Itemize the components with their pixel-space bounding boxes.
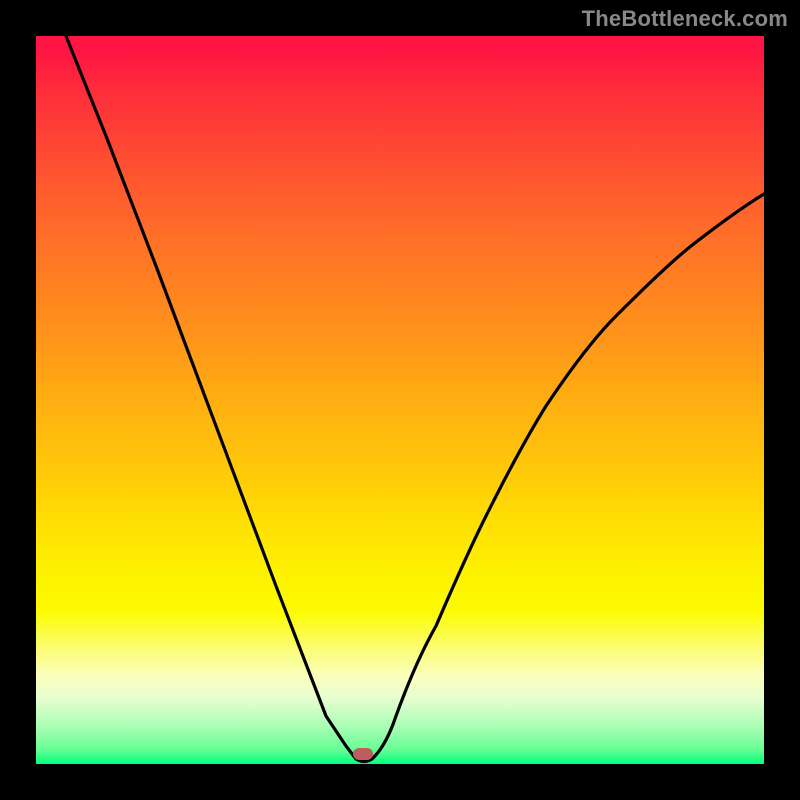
marker-pill <box>353 748 373 760</box>
watermark-text: TheBottleneck.com <box>582 6 788 32</box>
plot-area <box>36 36 764 764</box>
chart-frame: TheBottleneck.com <box>0 0 800 800</box>
curve-svg <box>36 36 764 764</box>
curve-path <box>66 36 764 762</box>
